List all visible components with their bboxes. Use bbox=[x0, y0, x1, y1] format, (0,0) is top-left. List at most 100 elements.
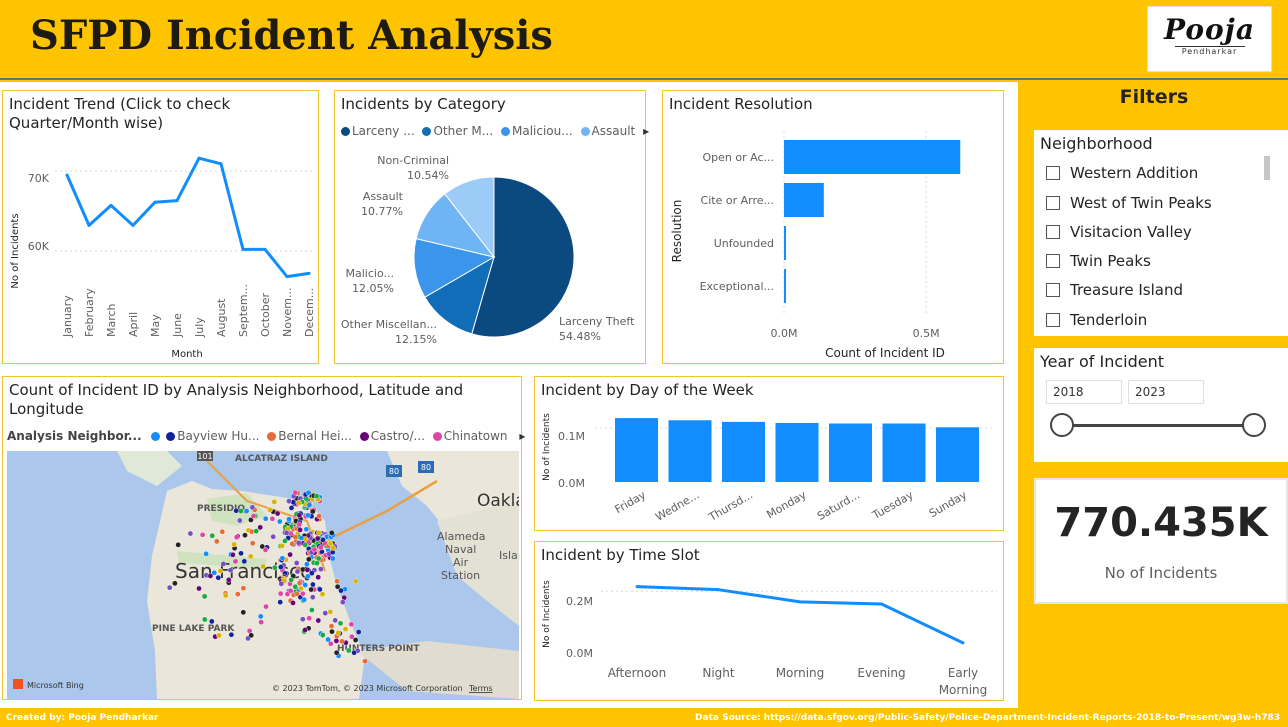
incident-point bbox=[240, 585, 247, 591]
incident-point bbox=[304, 561, 310, 567]
year-from-input[interactable]: 2018 bbox=[1046, 380, 1122, 404]
map-card[interactable]: Count of Incident ID by Analysis Neighbo… bbox=[2, 376, 525, 700]
timeslot-line-chart[interactable]: No of Incidents 0.2M 0.0M Afternoon Night… bbox=[535, 542, 1005, 702]
incident-point bbox=[260, 563, 266, 570]
weekday-xtick: Friday bbox=[613, 488, 649, 516]
incident-point bbox=[234, 591, 241, 597]
resolution-label: Cite or Arre... bbox=[701, 194, 774, 207]
incident-point bbox=[302, 627, 308, 633]
incident-point bbox=[328, 530, 335, 536]
incident-point bbox=[362, 658, 368, 664]
map-terms[interactable]: Terms bbox=[468, 684, 493, 693]
incident-point bbox=[333, 638, 340, 644]
year-to-input[interactable]: 2023 bbox=[1128, 380, 1204, 404]
trend-xtick: January bbox=[61, 295, 74, 338]
incident-point bbox=[216, 632, 222, 639]
year-title: Year of Incident bbox=[1040, 352, 1164, 371]
logo: Pooja Pendharkar bbox=[1147, 6, 1272, 72]
trend-xtick: Decem... bbox=[303, 288, 316, 337]
incident-point bbox=[319, 632, 326, 638]
weekday-ytick-01: 0.1M bbox=[558, 430, 585, 443]
trend-ytick-60k: 60K bbox=[28, 240, 50, 253]
highway-80-a: 80 bbox=[389, 467, 399, 476]
incident-point bbox=[355, 629, 362, 635]
incident-point bbox=[316, 530, 322, 536]
incident-point bbox=[351, 649, 357, 656]
weekday-xtick: Saturd... bbox=[815, 488, 862, 523]
timeslot-xtick: Morning bbox=[939, 683, 988, 697]
place-alameda: Alameda bbox=[437, 530, 486, 543]
neighborhood-item-twin-peaks[interactable]: Twin Peaks bbox=[1046, 252, 1151, 270]
incident-point bbox=[329, 628, 335, 635]
incident-map[interactable]: ALCATRAZ ISLAND PRESIDIO PINE LAKE PARK … bbox=[7, 451, 519, 699]
incident-point bbox=[238, 508, 244, 514]
neighborhood-item-western-addition[interactable]: Western Addition bbox=[1046, 164, 1198, 182]
incident-point bbox=[296, 500, 302, 506]
place-station: Station bbox=[441, 569, 480, 582]
checkbox-icon[interactable] bbox=[1046, 283, 1060, 297]
legend-chinatown: Chinatown bbox=[443, 429, 508, 443]
incident-point bbox=[306, 502, 313, 508]
year-slider-start-handle[interactable] bbox=[1050, 413, 1074, 437]
weekday-ylabel: No of Incidents bbox=[542, 413, 552, 481]
place-alcatraz: ALCATRAZ ISLAND bbox=[235, 454, 328, 464]
kpi-card: 770.435K No of Incidents bbox=[1034, 478, 1288, 604]
incident-point bbox=[249, 504, 256, 511]
checkbox-icon[interactable] bbox=[1046, 225, 1060, 239]
resolution-xlabel: Count of Incident ID bbox=[825, 346, 945, 360]
resolution-bar-chart[interactable]: Resolution Count of Incident ID 0.0M 0.5M… bbox=[663, 91, 1005, 365]
incident-point bbox=[227, 567, 234, 573]
incident-point bbox=[269, 516, 276, 522]
timeslot-card[interactable]: Incident by Time Slot No of Incidents 0.… bbox=[534, 541, 1004, 701]
resolution-card[interactable]: Incident Resolution Resolution Count of … bbox=[662, 90, 1004, 364]
checkbox-icon[interactable] bbox=[1046, 254, 1060, 268]
weekday-card[interactable]: Incident by Day of the Week No of Incide… bbox=[534, 376, 1004, 531]
resolution-label: Exceptional... bbox=[700, 280, 774, 293]
incident-point bbox=[263, 603, 269, 610]
incident-point bbox=[282, 538, 288, 544]
incident-point bbox=[319, 591, 326, 597]
bing-label: Microsoft Bing bbox=[27, 681, 84, 690]
incident-point bbox=[279, 555, 286, 561]
pie-pct-larceny: 54.48% bbox=[559, 330, 601, 343]
incident-point bbox=[316, 513, 322, 519]
legend-next-icon[interactable]: ▸ bbox=[519, 429, 525, 443]
timeslot-xtick: Night bbox=[702, 666, 735, 680]
incident-point bbox=[334, 578, 340, 584]
year-slider-end-handle[interactable] bbox=[1242, 413, 1266, 437]
highway-101: 101 bbox=[197, 452, 212, 461]
slicer-scrollbar[interactable] bbox=[1264, 156, 1270, 180]
resolution-label: Unfounded bbox=[714, 237, 774, 250]
incident-point bbox=[317, 544, 324, 551]
incident-point bbox=[222, 592, 229, 599]
place-isla: Isla bbox=[499, 549, 518, 562]
incident-point bbox=[286, 516, 292, 522]
neighborhood-title: Neighborhood bbox=[1040, 134, 1153, 153]
incident-point bbox=[314, 535, 321, 542]
incident-point bbox=[305, 573, 311, 580]
incident-point bbox=[332, 617, 339, 624]
incident-point bbox=[225, 577, 232, 583]
neighborhood-item-tenderloin[interactable]: Tenderloin bbox=[1046, 311, 1147, 329]
trend-xtick: May bbox=[149, 314, 162, 337]
weekday-bar-chart[interactable]: No of Incidents 0.1M 0.0M Friday Wedne...… bbox=[535, 377, 1005, 532]
incident-point bbox=[292, 534, 299, 540]
kpi-value: 770.435K bbox=[1054, 500, 1268, 546]
trend-point bbox=[285, 275, 289, 279]
incident-point bbox=[339, 599, 346, 605]
checkbox-icon[interactable] bbox=[1046, 196, 1060, 210]
incident-trend-chart[interactable]: No of Incidents 70K 60K Month January Feb… bbox=[3, 91, 320, 365]
category-card[interactable]: Incidents by Category Larceny ... Other … bbox=[334, 90, 649, 365]
trend-point bbox=[241, 247, 245, 251]
trend-point bbox=[65, 173, 69, 177]
map-legend-label: Analysis Neighbor... bbox=[7, 429, 142, 443]
checkbox-icon[interactable] bbox=[1046, 313, 1060, 327]
neighborhood-item-west-of-twin-peaks[interactable]: West of Twin Peaks bbox=[1046, 194, 1212, 212]
category-pie-chart[interactable]: Larceny Theft 54.48% Other Miscellan... … bbox=[335, 91, 647, 365]
checkbox-icon[interactable] bbox=[1046, 166, 1060, 180]
neighborhood-item-treasure-island[interactable]: Treasure Island bbox=[1046, 281, 1183, 299]
neighborhood-item-visitacion-valley[interactable]: Visitacion Valley bbox=[1046, 223, 1192, 241]
incident-trend-card[interactable]: Incident Trend (Click to check Quarter/M… bbox=[2, 90, 319, 364]
legend-dot bbox=[359, 432, 369, 441]
incident-point bbox=[320, 537, 326, 543]
